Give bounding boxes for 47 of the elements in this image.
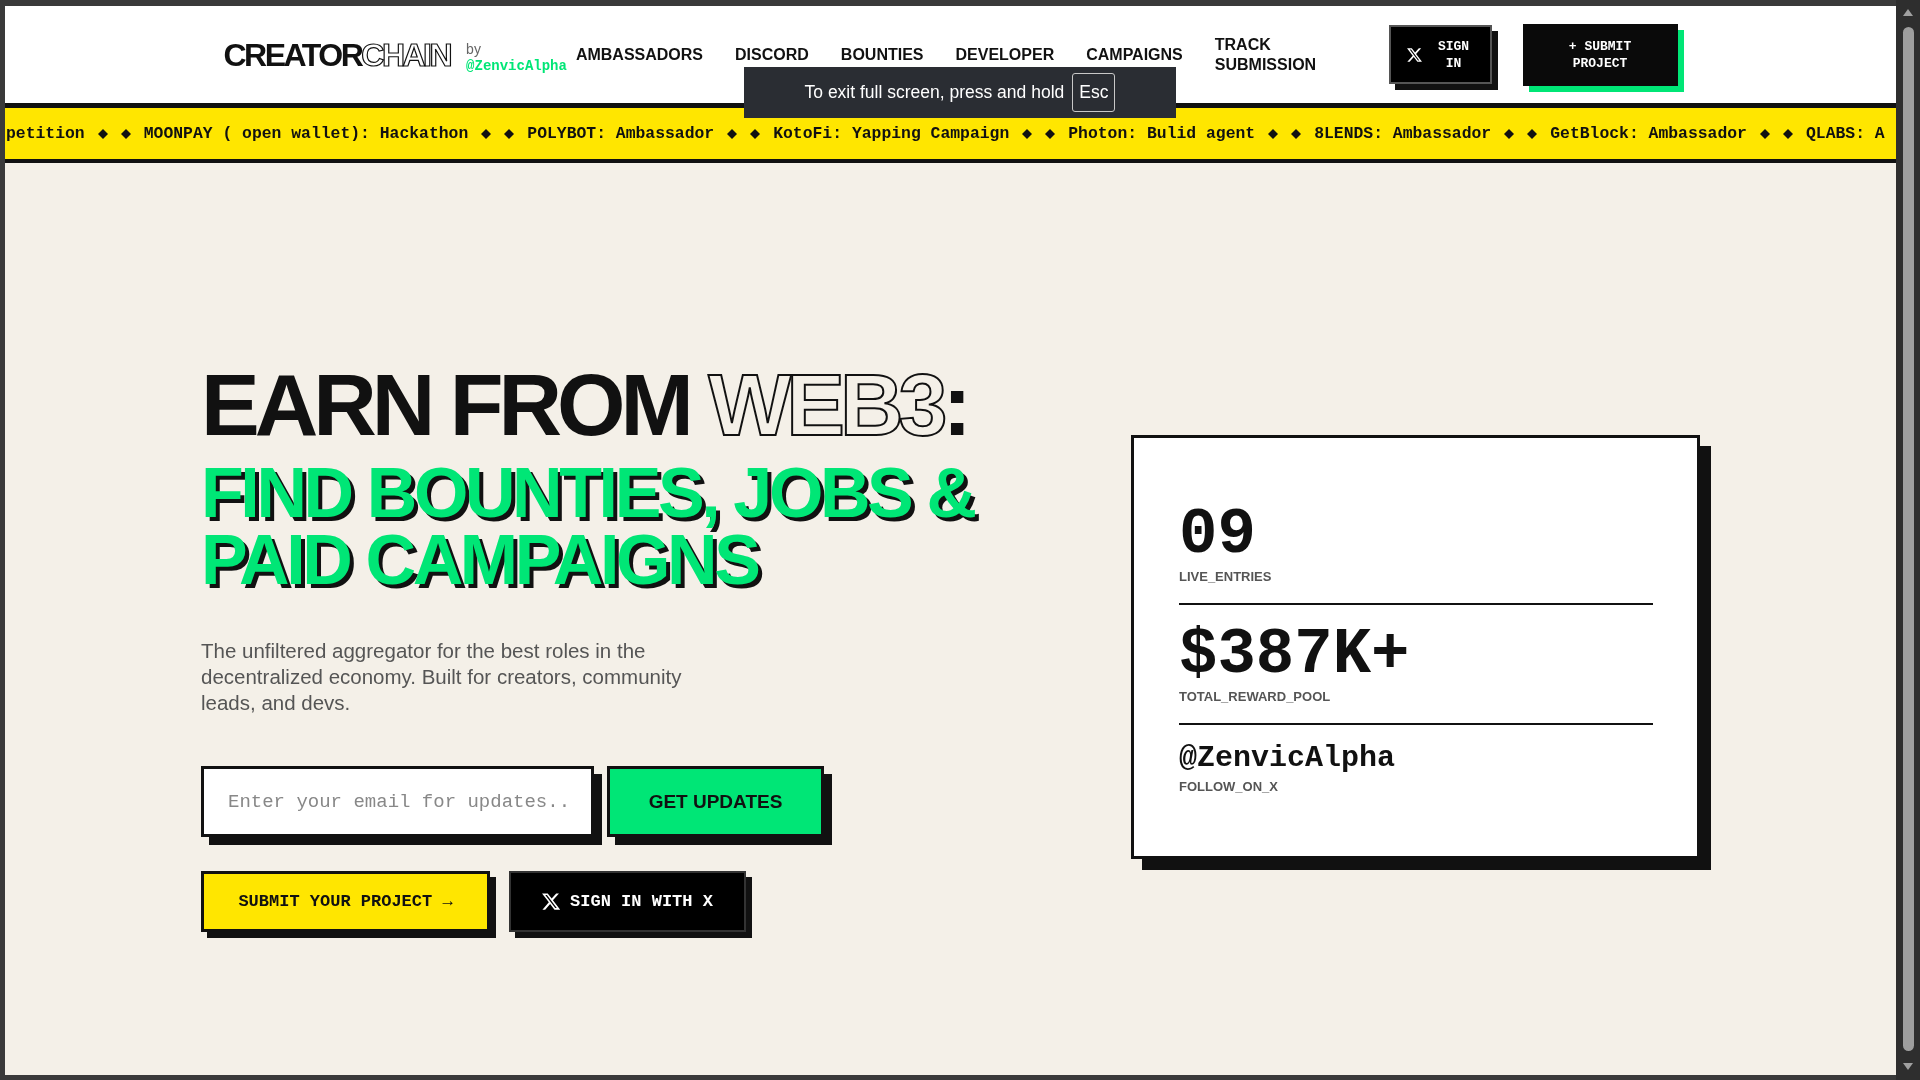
diamond-icon bbox=[727, 128, 738, 139]
stat-label: FOLLOW_ON_X bbox=[1179, 778, 1278, 795]
diamond-icon bbox=[1268, 128, 1279, 139]
email-input[interactable]: Enter your email for updates.. bbox=[201, 766, 594, 837]
diamond-icon bbox=[750, 128, 761, 139]
scroll-down-icon[interactable] bbox=[1903, 1063, 1913, 1070]
diamond-icon bbox=[481, 128, 492, 139]
stat-value: $387K+ bbox=[1179, 622, 1410, 687]
diamond-icon bbox=[97, 128, 108, 139]
diamond-icon bbox=[1527, 128, 1538, 139]
nav-link[interactable]: DEVELOPER bbox=[955, 44, 1055, 65]
ticker-item: POLYBOT: Ambassador bbox=[527, 124, 715, 143]
ticker-item: QLABS: A bbox=[1805, 124, 1885, 143]
diamond-icon bbox=[1045, 128, 1056, 139]
nav-link[interactable]: TRACK SUBMISSION bbox=[1214, 34, 1355, 75]
diamond-icon bbox=[1022, 128, 1033, 139]
ticker-item: 8LENDS: Ambassador bbox=[1314, 124, 1492, 143]
scroll-up-icon[interactable] bbox=[1903, 9, 1913, 16]
x-logo-icon bbox=[1406, 47, 1422, 62]
diamond-icon bbox=[504, 128, 515, 139]
ticker-item: petition bbox=[6, 124, 85, 143]
ticker-item: Photon: Bulid agent bbox=[1068, 124, 1256, 143]
nav-link[interactable]: AMBASSADORS bbox=[575, 44, 704, 65]
hero-description: The unfiltered aggregator for the best roles in the decentralized economy. Built for creators, community leads, and devs. bbox=[201, 638, 683, 716]
nav-link[interactable]: CAMPAIGNS bbox=[1086, 44, 1183, 65]
logo-wordmark[interactable]: CREATORCHAIN bbox=[223, 38, 451, 71]
diamond-icon bbox=[1291, 128, 1302, 139]
byline-label: by bbox=[466, 40, 482, 58]
stat-label: LIVE_ENTRIES bbox=[1179, 568, 1272, 585]
esc-keycap: Esc bbox=[1072, 73, 1116, 112]
handle-link[interactable]: @ZenvicAlpha bbox=[1179, 742, 1396, 773]
diamond-icon bbox=[1759, 128, 1770, 139]
nav-link[interactable]: DISCORD bbox=[735, 44, 809, 65]
diamond-icon bbox=[120, 128, 131, 139]
x-logo-icon bbox=[542, 893, 561, 910]
ticker-item: GetBlock: Ambassador bbox=[1550, 124, 1747, 143]
stat-value: 09 bbox=[1179, 502, 1256, 567]
diamond-icon bbox=[1782, 128, 1793, 139]
nav-link[interactable]: BOUNTIES bbox=[840, 44, 924, 65]
ticker-item: MOONPAY ( open wallet): Hackathon bbox=[143, 124, 469, 143]
hero-headline: EARN FROM WEB3: bbox=[201, 361, 968, 449]
hero-subheadline: FIND BOUNTIES, JOBS & PAID CAMPAIGNS bbox=[201, 460, 976, 594]
notice-text: To exit full screen, press and hold bbox=[804, 82, 1065, 103]
diamond-icon bbox=[1504, 128, 1515, 139]
stat-label: TOTAL_REWARD_POOL bbox=[1179, 688, 1331, 705]
ticker-item: KotoFi: Yapping Campaign bbox=[773, 124, 1010, 143]
scrollbar-thumb[interactable] bbox=[1902, 27, 1914, 1051]
